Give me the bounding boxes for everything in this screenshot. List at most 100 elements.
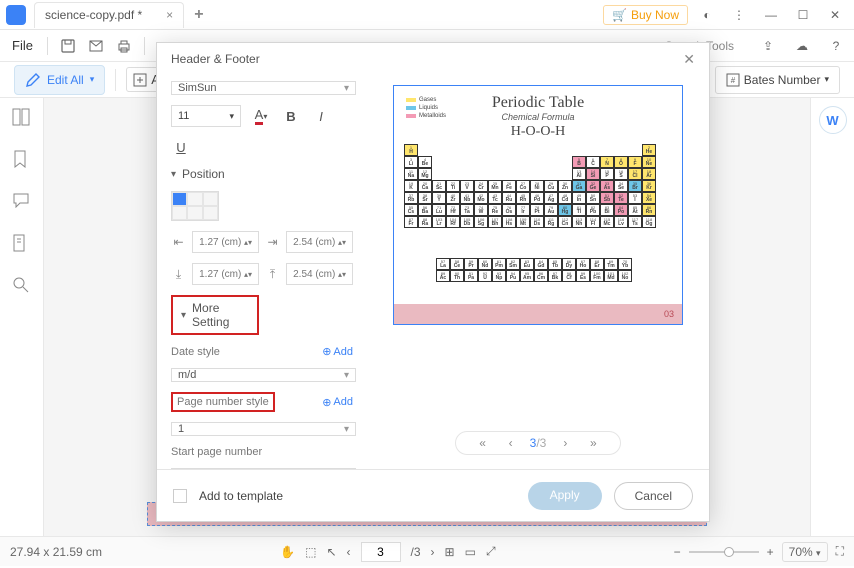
page-size-label: 27.94 x 21.59 cm [10,545,102,559]
pos-bottom-right[interactable] [203,206,218,220]
bates-number-button[interactable]: # Bates Number ▾ [715,66,840,94]
plus-circle-icon: ⊕ [322,345,331,358]
more-setting-section[interactable]: More Setting [171,295,259,335]
apply-button[interactable]: Apply [528,482,602,510]
attachment-icon[interactable] [12,234,32,254]
buy-now-button[interactable]: 🛒 Buy Now [603,5,688,25]
comment-icon[interactable] [12,192,32,212]
file-menu[interactable]: File [6,34,39,57]
save-icon[interactable] [56,34,80,58]
chevron-down-icon: ▾ [90,74,95,85]
add-tab-icon[interactable]: + [194,6,203,24]
dialog-close-icon[interactable]: ✕ [683,51,695,68]
margin-top-icon: ⤓ [171,266,186,282]
prev-page-icon[interactable]: ‹ [347,545,351,559]
close-window-icon[interactable]: ✕ [822,2,848,28]
pos-top-right[interactable] [203,192,218,206]
margin-top-field[interactable]: 1.27 (cm)▴▾ [192,263,259,285]
view-mode-icon[interactable]: ⊞ [445,545,455,559]
view-mode-2-icon[interactable]: ▭ [465,545,476,559]
next-page-icon[interactable]: › [431,545,435,559]
fullscreen-icon[interactable]: ⛶ [836,544,844,559]
share-icon[interactable]: ⇪ [756,34,780,58]
page-number-input[interactable] [361,542,401,562]
chevron-down-icon: ▾ [229,111,234,122]
margin-left-icon: ⇤ [171,234,186,250]
bookmark-icon[interactable] [12,150,32,170]
select-tool-icon[interactable]: ⬚ [305,545,316,559]
minimize-icon[interactable]: — [758,2,784,28]
start-page-field[interactable]: 1 ▴▾ [171,468,356,469]
last-page-icon[interactable]: » [584,436,602,450]
hand-tool-icon[interactable]: ✋ [280,545,295,559]
cart-icon: 🛒 [612,8,627,22]
position-grid[interactable] [171,191,219,221]
page-number-style-label: Page number style [171,392,275,412]
add-template-checkbox[interactable] [173,489,187,503]
page-number-add-button[interactable]: ⊕Add [322,396,353,409]
first-page-icon[interactable]: « [474,436,492,450]
date-style-value: m/d [178,369,196,381]
cloud-icon[interactable]: ☁ [790,34,814,58]
font-color-button[interactable]: A▾ [251,106,271,126]
search-icon[interactable] [12,276,32,296]
pos-top-center[interactable] [187,192,202,206]
header-footer-dialog: Header & Footer ✕ SimSun ▾ 11 ▾ A▾ B I U… [156,42,710,522]
bold-button[interactable]: B [281,106,301,126]
edit-all-button[interactable]: Edit All ▾ [14,65,105,95]
zoom-in-icon[interactable]: + [767,545,774,559]
margin-bottom-icon: ⤒ [265,266,280,282]
pos-top-left[interactable] [172,192,187,206]
underline-button[interactable]: U [171,137,191,157]
more-icon[interactable]: ⋮ [726,2,752,28]
fit-icon[interactable]: ⤢ [486,544,496,559]
pager-total: /3 [536,436,546,450]
preview-pager: « ‹ 3/3 › » [455,431,622,455]
svg-text:#: # [731,76,736,85]
pos-bottom-left[interactable] [172,206,187,220]
margin-bottom-field[interactable]: 2.54 (cm)▴▾ [286,263,353,285]
font-family-value: SimSun [178,82,217,94]
chevron-down-icon: ▾ [344,83,349,94]
document-tab[interactable]: science-copy.pdf * × [34,2,184,28]
dialog-title: Header & Footer [171,52,260,66]
font-size-value: 11 [178,110,189,122]
preview-page: Gases Liquids Metalloids Periodic Table … [393,85,683,325]
preview-footer: 03 [394,304,682,324]
margin-right-field[interactable]: 2.54 (cm)▴▾ [286,231,353,253]
zoom-out-icon[interactable]: − [674,545,681,559]
font-size-select[interactable]: 11 ▾ [171,105,241,127]
mail-icon[interactable] [84,34,108,58]
pencil-icon [25,72,41,88]
page-number-style-value: 1 [178,423,184,435]
font-family-select[interactable]: SimSun ▾ [171,81,356,95]
plus-circle-icon: ⊕ [322,396,331,409]
help-icon[interactable]: ? [824,34,848,58]
zoom-select[interactable]: 70% ▾ [782,542,828,562]
italic-button[interactable]: I [311,106,331,126]
zoom-slider[interactable] [689,551,759,553]
legend: Gases Liquids Metalloids [406,96,446,120]
plus-box-icon [133,73,147,87]
position-section[interactable]: Position [171,167,353,181]
word-export-icon[interactable]: W [819,106,847,134]
add-template-label: Add to template [199,489,283,503]
prev-preview-icon[interactable]: ‹ [502,436,520,450]
thumbnails-icon[interactable] [12,108,32,128]
pointer-tool-icon[interactable]: ↖ [326,545,336,559]
margin-left-field[interactable]: 1.27 (cm)▴▾ [192,231,259,253]
preview-formula: H-O-O-H [394,124,682,140]
user-icon[interactable]: ◐ [694,2,720,28]
print-icon[interactable] [112,34,136,58]
date-add-button[interactable]: ⊕Add [322,345,353,358]
close-tab-icon[interactable]: × [166,8,173,22]
chevron-down-icon: ▾ [344,370,349,381]
maximize-icon[interactable]: ☐ [790,2,816,28]
date-style-select[interactable]: m/d ▾ [171,368,356,382]
cancel-button[interactable]: Cancel [614,482,693,510]
app-logo [6,5,26,25]
next-preview-icon[interactable]: › [556,436,574,450]
page-number-style-select[interactable]: 1 ▾ [171,422,356,436]
page-total: /3 [411,545,421,559]
pos-bottom-center[interactable] [187,206,202,220]
